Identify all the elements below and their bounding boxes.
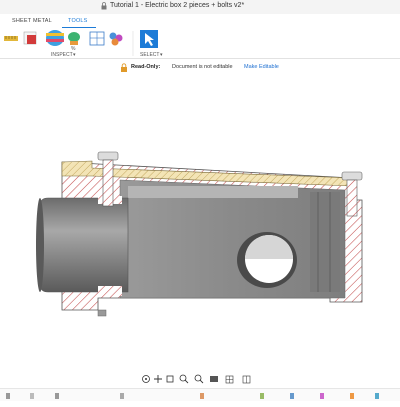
select-dropdown-arrow[interactable]: ▾	[160, 52, 163, 58]
zoom-icon[interactable]	[179, 374, 189, 384]
left-bore	[39, 197, 129, 293]
timeline-strip	[0, 388, 400, 401]
appearance-icon[interactable]	[109, 32, 123, 46]
inspect-dropdown-arrow[interactable]: ▾	[73, 52, 76, 58]
tab-tools[interactable]: TOOLS	[68, 18, 88, 24]
measure-icon[interactable]	[4, 36, 18, 41]
orbit-icon[interactable]	[142, 375, 150, 383]
pan-icon[interactable]	[154, 375, 162, 383]
readonly-label: Read-Only:	[131, 64, 161, 70]
toolbar-tabs: SHEET METAL TOOLS	[0, 14, 400, 28]
fit-icon[interactable]	[194, 374, 204, 384]
readonly-message: Document is not editable	[172, 64, 233, 70]
look-at-icon[interactable]	[166, 375, 174, 383]
title-bar: Tutorial 1 - Electric box 2 pieces + bol…	[0, 0, 400, 14]
select-group-label[interactable]: SELECT	[140, 52, 159, 58]
section-analysis-icon[interactable]	[23, 31, 37, 45]
display-settings-icon[interactable]	[210, 376, 218, 382]
inspect-group-label[interactable]: INSPECT	[51, 52, 73, 58]
window-title: Tutorial 1 - Electric box 2 pieces + bol…	[110, 2, 245, 9]
readonly-bar: Read-Only: Document is not editable Make…	[0, 60, 400, 74]
zebra-analysis-icon[interactable]	[46, 30, 64, 46]
tab-sheet-metal[interactable]: SHEET METAL	[12, 18, 52, 24]
make-editable-link[interactable]: Make Editable	[244, 64, 279, 70]
lock-icon	[101, 2, 107, 10]
draft-analysis-icon[interactable]: %	[68, 32, 80, 52]
curvature-icon[interactable]	[89, 31, 105, 46]
select-icon[interactable]	[140, 30, 158, 48]
grid-icon[interactable]	[225, 375, 234, 384]
readonly-lock-icon	[121, 63, 127, 72]
viewports-icon[interactable]	[242, 375, 251, 384]
navigation-bar	[140, 372, 262, 384]
timeline-features[interactable]	[6, 393, 379, 399]
canvas-viewport[interactable]	[0, 76, 400, 366]
section-view	[36, 151, 363, 317]
